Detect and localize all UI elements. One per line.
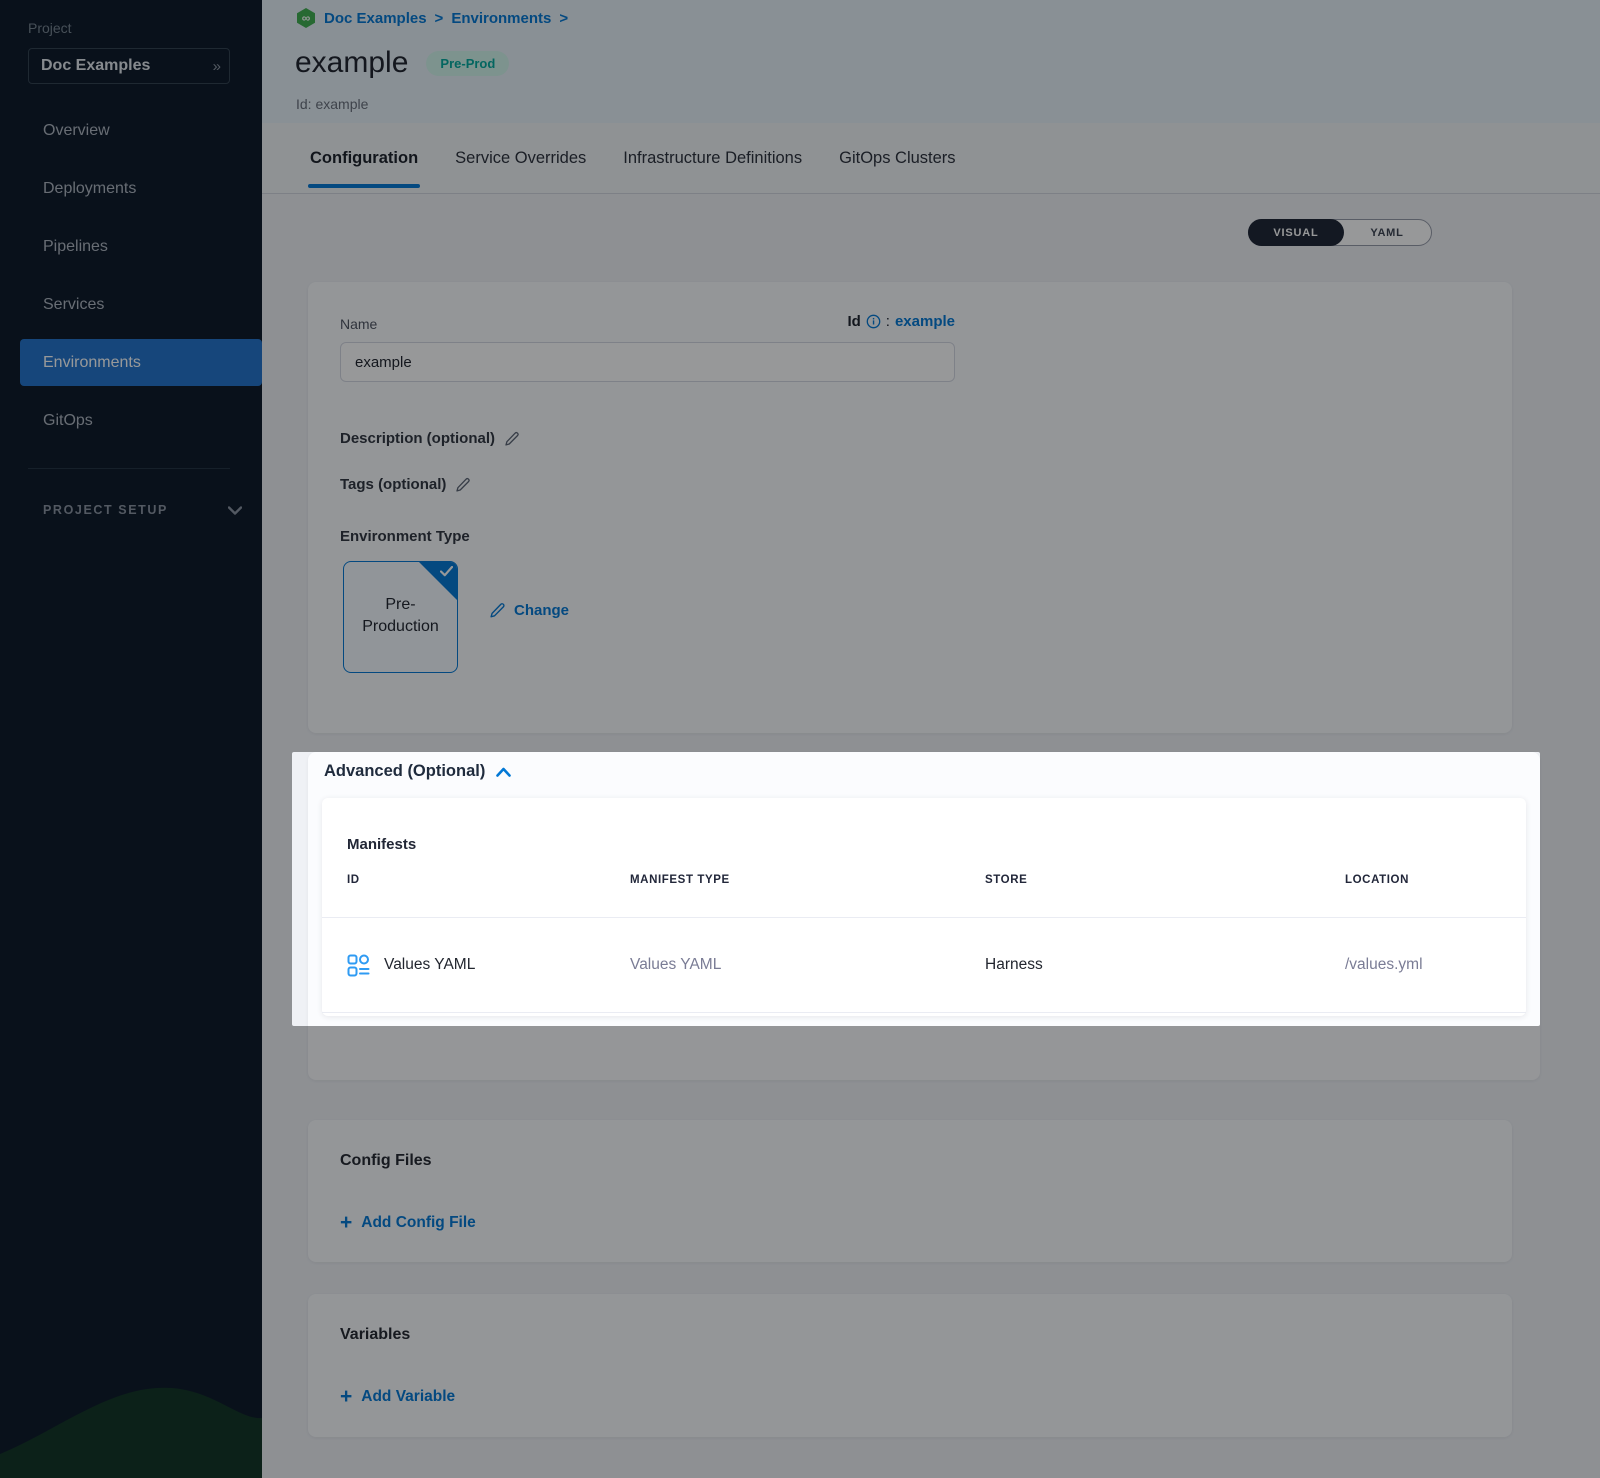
chevron-down-icon [228,506,242,515]
sidebar-decorative-wave [0,1358,262,1478]
advanced-title: Advanced (Optional) [324,762,485,781]
config-files-heading: Config Files [340,1152,432,1170]
col-location: LOCATION [1345,874,1501,886]
col-manifest-type: MANIFEST TYPE [630,874,985,886]
col-id: ID [347,874,630,886]
manifests-panel: Manifests ID MANIFEST TYPE STORE LOCATIO… [322,798,1526,1016]
project-setup-toggle[interactable]: PROJECT SETUP [43,503,242,517]
environment-type-tile-preprod[interactable]: Pre- Production [343,561,458,673]
sidebar-item-overview[interactable]: Overview [0,107,262,154]
tab-service-overrides[interactable]: Service Overrides [455,123,586,193]
manifest-values-icon [347,954,370,977]
description-edit[interactable]: Description (optional) [340,430,520,447]
id-colon: : [886,313,890,330]
plus-icon: + [340,1212,352,1233]
sidebar-nav: Overview Deployments Pipelines Services … [0,107,262,455]
manifest-type: Values YAML [630,956,985,974]
breadcrumb-project[interactable]: Doc Examples [324,10,427,27]
variables-heading: Variables [340,1326,410,1344]
manifests-heading: Manifests [347,836,416,853]
breadcrumb-separator-icon: > [559,10,568,27]
id-label: Id [847,313,860,330]
add-config-file-button[interactable]: + Add Config File [340,1212,476,1233]
name-input[interactable] [340,342,955,382]
plus-icon: + [340,1386,352,1407]
change-env-type-button[interactable]: Change [489,602,569,619]
breadcrumb-environments[interactable]: Environments [451,10,551,27]
page-header: ∞ Doc Examples > Environments > example … [262,0,1600,123]
table-divider [322,1012,1526,1013]
page-title: example [295,46,408,80]
breadcrumb: ∞ Doc Examples > Environments > [296,8,568,28]
sidebar-divider [28,468,230,469]
add-variable-button[interactable]: + Add Variable [340,1386,455,1407]
manifest-store: Harness [985,956,1345,974]
env-type-tile-text: Pre- Production [344,594,457,638]
entity-id: Id: example [296,96,368,112]
sidebar-item-environments[interactable]: Environments [20,339,262,386]
tab-bar: Configuration Service Overrides Infrastr… [262,123,1600,194]
sidebar-item-deployments[interactable]: Deployments [0,165,262,212]
id-row: Id : example [340,313,955,330]
project-selector[interactable]: Doc Examples » [28,48,230,84]
description-label: Description (optional) [340,430,495,447]
tab-infrastructure-definitions[interactable]: Infrastructure Definitions [623,123,802,193]
info-icon[interactable] [866,314,881,329]
manifests-table-header: ID MANIFEST TYPE STORE LOCATION [322,862,1526,898]
advanced-section-card: Advanced (Optional) Manifests ID MANIFES… [308,752,1540,1080]
tab-gitops-clusters[interactable]: GitOps Clusters [839,123,955,193]
environment-details-card: Name Id : example Description (optional)… [308,282,1512,733]
change-label: Change [514,602,569,619]
content-area: VISUAL YAML Name Id : example Descriptio… [262,194,1600,1478]
sidebar-item-pipelines[interactable]: Pipelines [0,223,262,270]
advanced-accordion-header[interactable]: Advanced (Optional) [324,762,511,781]
environment-type-label: Environment Type [340,528,470,545]
breadcrumb-separator-icon: > [435,10,444,27]
manifest-id: Values YAML [384,956,475,974]
project-label: Project [28,20,72,36]
harness-project-icon: ∞ [296,8,316,28]
visual-yaml-toggle[interactable]: VISUAL YAML [1248,219,1432,246]
tab-configuration[interactable]: Configuration [310,123,418,193]
col-store: STORE [985,874,1345,886]
env-type-badge: Pre-Prod [426,51,509,76]
toggle-visual[interactable]: VISUAL [1248,219,1344,246]
expand-project-icon[interactable]: » [213,58,219,75]
pencil-icon [489,602,506,619]
environment-configuration-page: Project Doc Examples » Overview Deployme… [0,0,1600,1478]
manifest-table-row[interactable]: Values YAML Values YAML Harness /values.… [322,918,1526,1012]
chevron-up-icon[interactable] [496,767,511,777]
pencil-icon[interactable] [455,477,471,493]
variables-card: Variables + Add Variable [308,1294,1512,1437]
sidebar: Project Doc Examples » Overview Deployme… [0,0,262,1478]
check-icon [440,566,453,577]
sidebar-item-services[interactable]: Services [0,281,262,328]
sidebar-item-gitops[interactable]: GitOps [0,397,262,444]
tags-label: Tags (optional) [340,476,446,493]
tags-edit[interactable]: Tags (optional) [340,476,471,493]
manifest-location: /values.yml [1345,956,1501,974]
project-name: Doc Examples [41,57,213,75]
toggle-yaml[interactable]: YAML [1343,220,1431,245]
pencil-icon[interactable] [504,431,520,447]
project-setup-label: PROJECT SETUP [43,503,168,517]
id-value-link[interactable]: example [895,313,955,330]
config-files-card: Config Files + Add Config File [308,1120,1512,1262]
